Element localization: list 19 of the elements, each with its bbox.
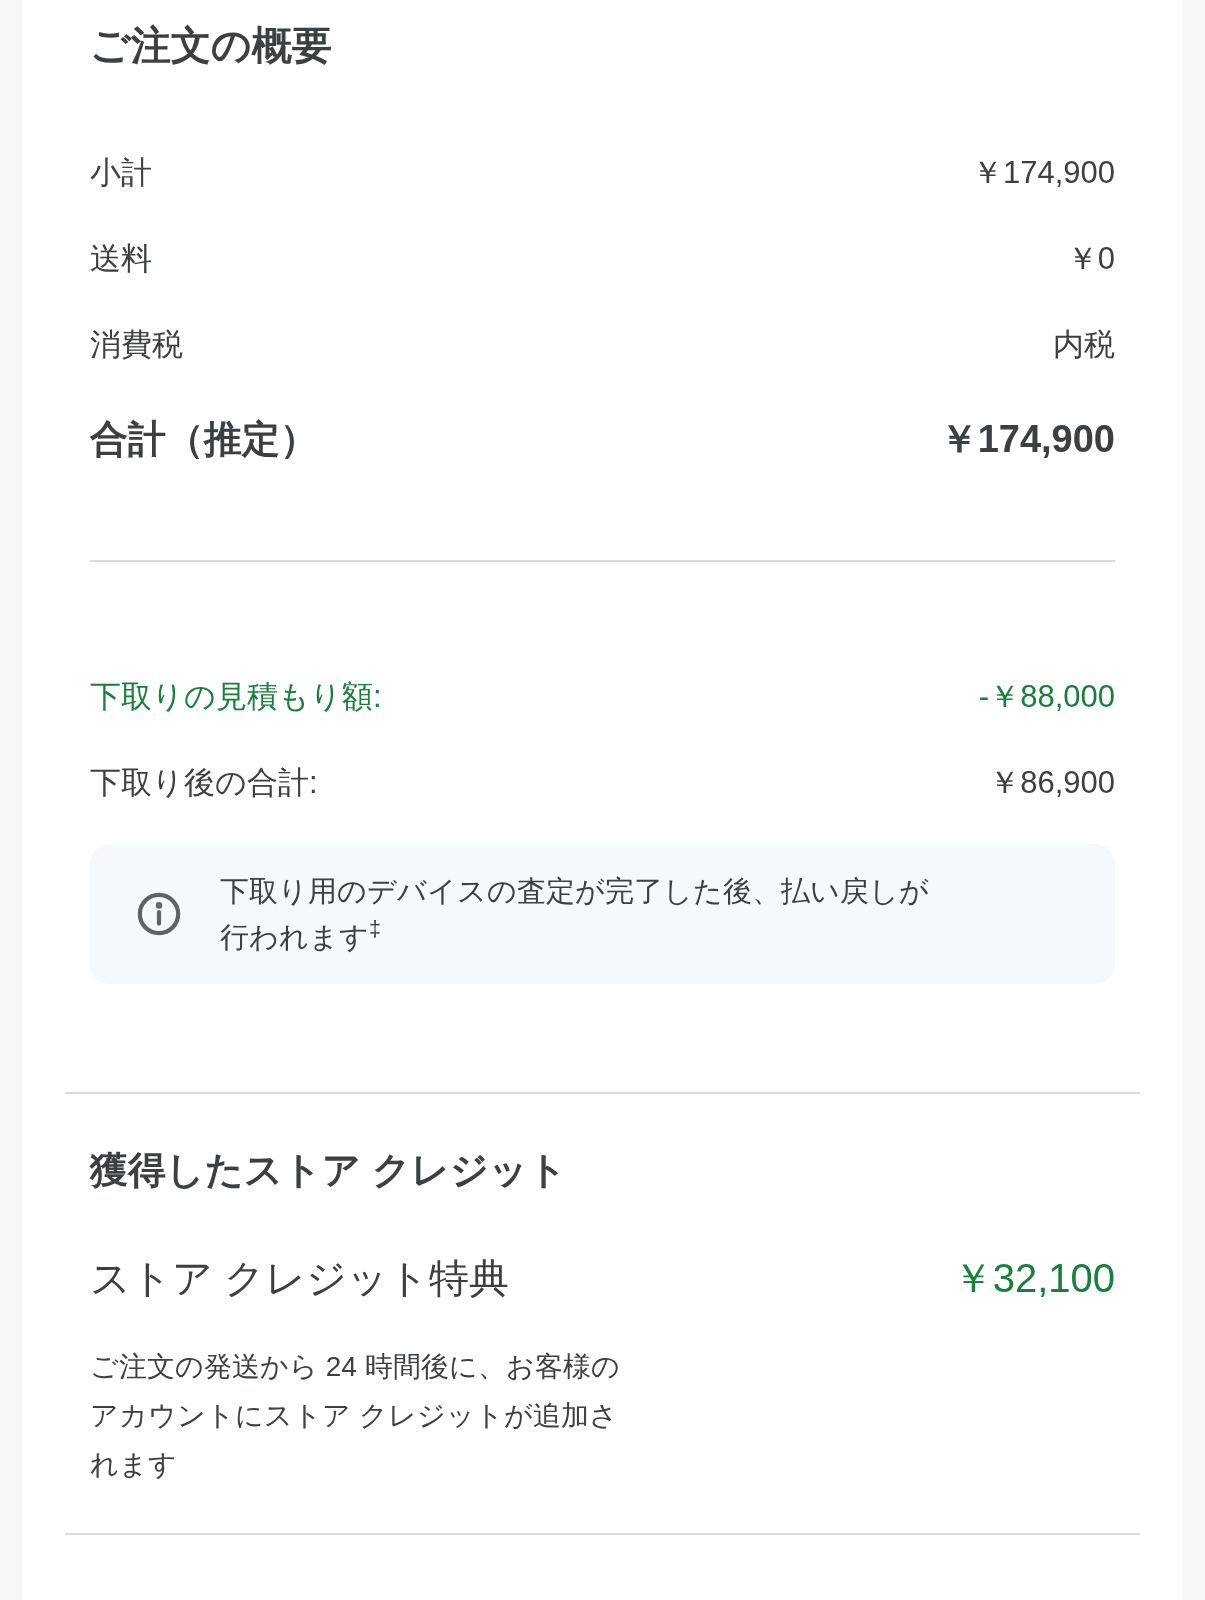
summary-value: 内税 [1053, 325, 1115, 364]
summary-value: ￥86,900 [989, 763, 1115, 802]
summary-value: ￥174,900 [939, 416, 1115, 462]
credit-perk-label: ストア クレジット特典 [90, 1255, 510, 1302]
summary-label: 下取りの見積もり額: [90, 677, 382, 716]
summary-label: 合計（推定） [90, 416, 318, 462]
summary-label: 下取り後の合計: [90, 763, 318, 802]
credit-description: ご注文の発送から 24 時間後に、お客様のアカウントにストア クレジットが追加されます [90, 1350, 621, 1482]
section-title: 獲得したストア クレジット [90, 1148, 568, 1193]
summary-value: ￥0 [1066, 239, 1115, 278]
summary-label: 小計 [90, 153, 152, 192]
summary-label: 消費税 [90, 325, 183, 364]
section-title: ご注文の概要 [90, 22, 333, 69]
summary-value: -￥88,000 [978, 677, 1115, 716]
notice-text: 下取り用のデバイスの査定が完了した後、払い戻しが行われます$^{‡}$ [220, 874, 930, 955]
summary-label: 送料 [90, 239, 152, 278]
credit-perk-value: ￥32,100 [952, 1255, 1115, 1302]
summary-value: ￥174,900 [971, 153, 1115, 192]
info-icon [136, 891, 182, 937]
